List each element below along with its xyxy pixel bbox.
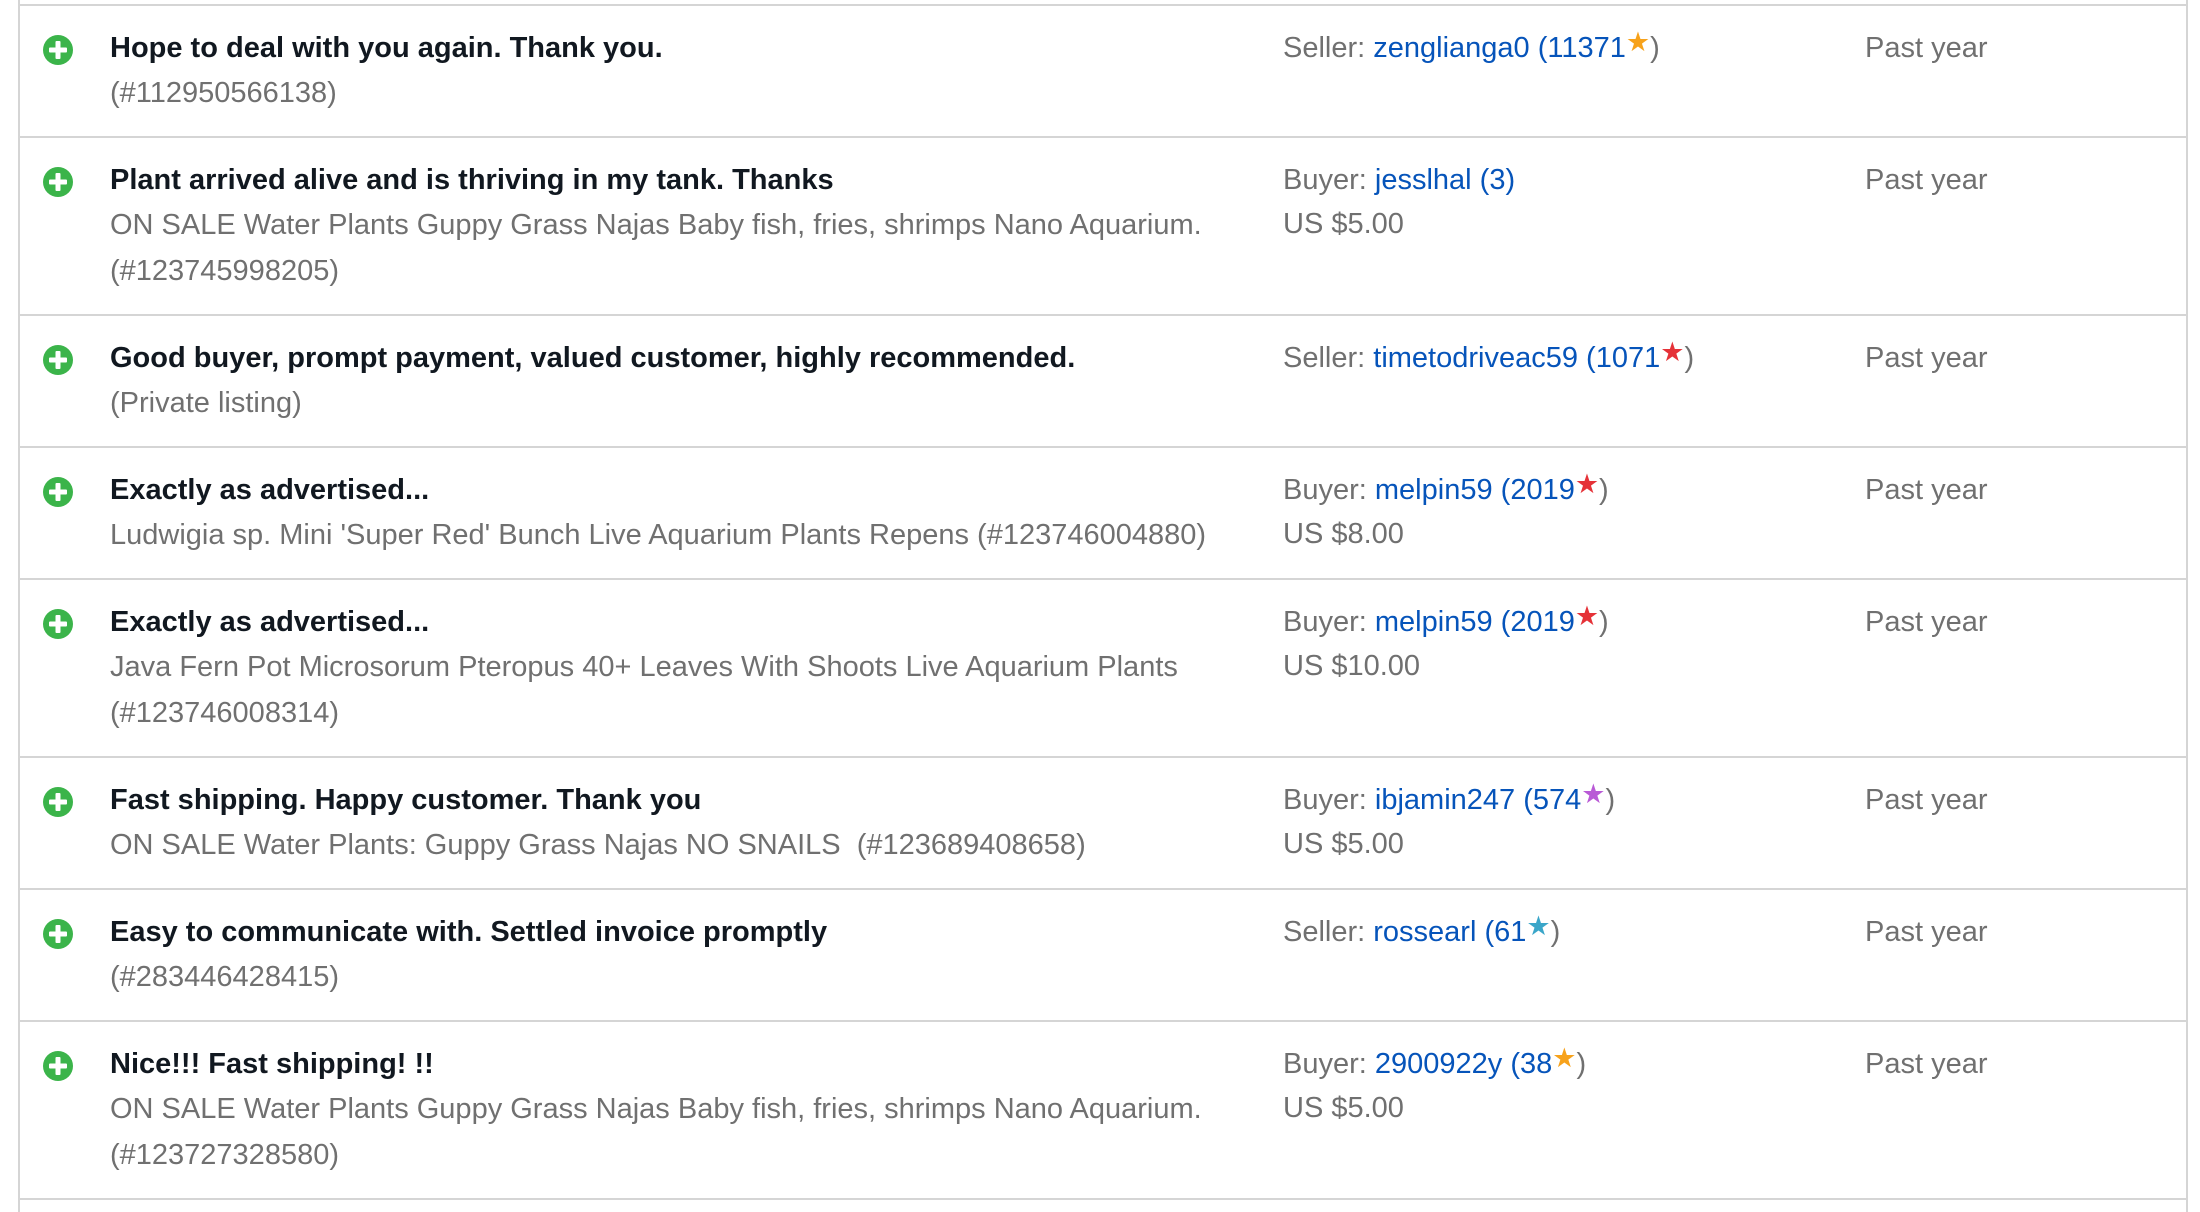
feedback-item: ON SALE Water Plants Guppy Grass Najas B…	[110, 1093, 1202, 1171]
feedback-list-page: Hope to deal with you again. Thank you. …	[0, 0, 2200, 1212]
feedback-user-info: Buyer: jesslhal (3)	[1283, 160, 1515, 200]
role-label: Seller:	[1283, 916, 1366, 948]
feedback-comment: Exactly as advertised...	[110, 474, 430, 506]
positive-feedback-icon	[43, 167, 73, 197]
role-label: Buyer:	[1283, 606, 1367, 638]
feedback-time: Past year	[1865, 1048, 1988, 1080]
feedback-time: Past year	[1865, 916, 1988, 948]
role-label: Buyer:	[1283, 164, 1367, 196]
feedback-item: Java Fern Pot Microsorum Pteropus 40+ Le…	[110, 651, 1178, 729]
user-link[interactable]: rossearl	[1373, 916, 1476, 948]
feedback-row: Good buyer, prompt payment, valued custo…	[18, 316, 2188, 448]
feedback-item: (#112950566138)	[110, 77, 337, 109]
yellow-star-icon: ★	[1552, 1043, 1577, 1073]
feedback-comment: Nice!!! Fast shipping! !!	[110, 1048, 434, 1080]
red-star-icon: ★	[1574, 601, 1600, 631]
user-link[interactable]: 2900922y	[1375, 1048, 1502, 1080]
item-price: US $5.00	[1283, 1092, 1404, 1124]
role-label: Seller:	[1283, 32, 1366, 64]
feedback-score-link[interactable]: (1071	[1586, 342, 1660, 374]
feedback-comment: Exactly as advertised...	[110, 606, 430, 638]
role-label: Buyer:	[1283, 1048, 1367, 1080]
feedback-user-info: Seller: rossearl (61★)	[1283, 911, 1561, 948]
feedback-user-info: Seller: timetodriveac59 (1071★)	[1283, 337, 1695, 374]
feedback-comment: Good buyer, prompt payment, valued custo…	[110, 342, 1076, 374]
positive-feedback-icon	[43, 35, 73, 65]
item-price: US $5.00	[1283, 828, 1404, 860]
feedback-row: Exactly as advertised... Ludwigia sp. Mi…	[18, 448, 2188, 580]
feedback-row: Hope to deal with you again. Thank you. …	[18, 6, 2188, 138]
feedback-time: Past year	[1865, 606, 1988, 638]
feedback-item: ON SALE Water Plants: Guppy Grass Najas …	[110, 829, 1086, 861]
role-label: Buyer:	[1283, 474, 1367, 506]
purple-star-icon: ★	[1581, 779, 1606, 809]
role-label: Seller:	[1283, 342, 1366, 374]
feedback-item: (Private listing)	[110, 387, 302, 419]
red-star-icon: ★	[1574, 469, 1600, 499]
feedback-row: Nice!!! Fast shipping! !! ON SALE Water …	[18, 1022, 2188, 1200]
positive-feedback-icon	[43, 345, 73, 375]
feedback-row: Exactly as advertised... Java Fern Pot M…	[18, 580, 2188, 758]
red-star-icon: ★	[1660, 337, 1685, 367]
feedback-comment: Easy to communicate with. Settled invoic…	[110, 916, 828, 948]
user-link[interactable]: ibjamin247	[1375, 784, 1515, 816]
feedback-row: Easy to communicate with. Settled invoic…	[18, 890, 2188, 1022]
feedback-comment: Hope to deal with you again. Thank you.	[110, 32, 663, 64]
positive-feedback-icon	[43, 1051, 73, 1081]
feedback-score-link[interactable]: (61	[1484, 916, 1526, 948]
feedback-time: Past year	[1865, 474, 1988, 506]
item-price: US $5.00	[1283, 208, 1404, 240]
shooting-star-icon: ★	[1625, 27, 1651, 57]
feedback-row: Plant arrived alive and is thriving in m…	[18, 138, 2188, 316]
user-link[interactable]: timetodriveac59	[1373, 342, 1578, 374]
feedback-comment: Fast shipping. Happy customer. Thank you	[110, 784, 702, 816]
feedback-user-info: Buyer: melpin59 (2019★)	[1283, 469, 1609, 506]
feedback-time: Past year	[1865, 784, 1988, 816]
feedback-score-link[interactable]: (3)	[1480, 164, 1515, 196]
feedback-user-info: Buyer: 2900922y (38★)	[1283, 1043, 1587, 1080]
feedback-row: Fast shipping. Happy customer. Thank you…	[18, 758, 2188, 890]
feedback-score-link[interactable]: (2019	[1501, 474, 1575, 506]
feedback-time: Past year	[1865, 164, 1988, 196]
user-link[interactable]: melpin59	[1375, 474, 1493, 506]
positive-feedback-icon	[43, 919, 73, 949]
item-price: US $8.00	[1283, 518, 1404, 550]
feedback-item: Ludwigia sp. Mini 'Super Red' Bunch Live…	[110, 519, 1207, 551]
feedback-time: Past year	[1865, 342, 1988, 374]
positive-feedback-icon	[43, 477, 73, 507]
feedback-item: ON SALE Water Plants Guppy Grass Najas B…	[110, 209, 1202, 287]
feedback-score-link[interactable]: (11371	[1538, 32, 1626, 64]
role-label: Buyer:	[1283, 784, 1367, 816]
feedback-time: Past year	[1865, 32, 1988, 64]
user-link[interactable]: jesslhal	[1375, 164, 1472, 196]
feedback-user-info: Buyer: ibjamin247 (574★)	[1283, 779, 1616, 816]
feedback-comment: Plant arrived alive and is thriving in m…	[110, 164, 834, 196]
feedback-score-link[interactable]: (574	[1523, 784, 1581, 816]
positive-feedback-icon	[43, 609, 73, 639]
feedback-item: (#283446428415)	[110, 961, 339, 993]
user-link[interactable]: melpin59	[1375, 606, 1493, 638]
feedback-score-link[interactable]: (2019	[1501, 606, 1575, 638]
item-price: US $10.00	[1283, 650, 1421, 682]
feedback-user-info: Buyer: melpin59 (2019★)	[1283, 601, 1609, 638]
feedback-score-link[interactable]: (38	[1510, 1048, 1552, 1080]
teal-star-icon: ★	[1526, 911, 1551, 941]
positive-feedback-icon	[43, 787, 73, 817]
user-link[interactable]: zenglianga0	[1373, 32, 1529, 64]
feedback-user-info: Seller: zenglianga0 (11371★)	[1283, 27, 1660, 64]
